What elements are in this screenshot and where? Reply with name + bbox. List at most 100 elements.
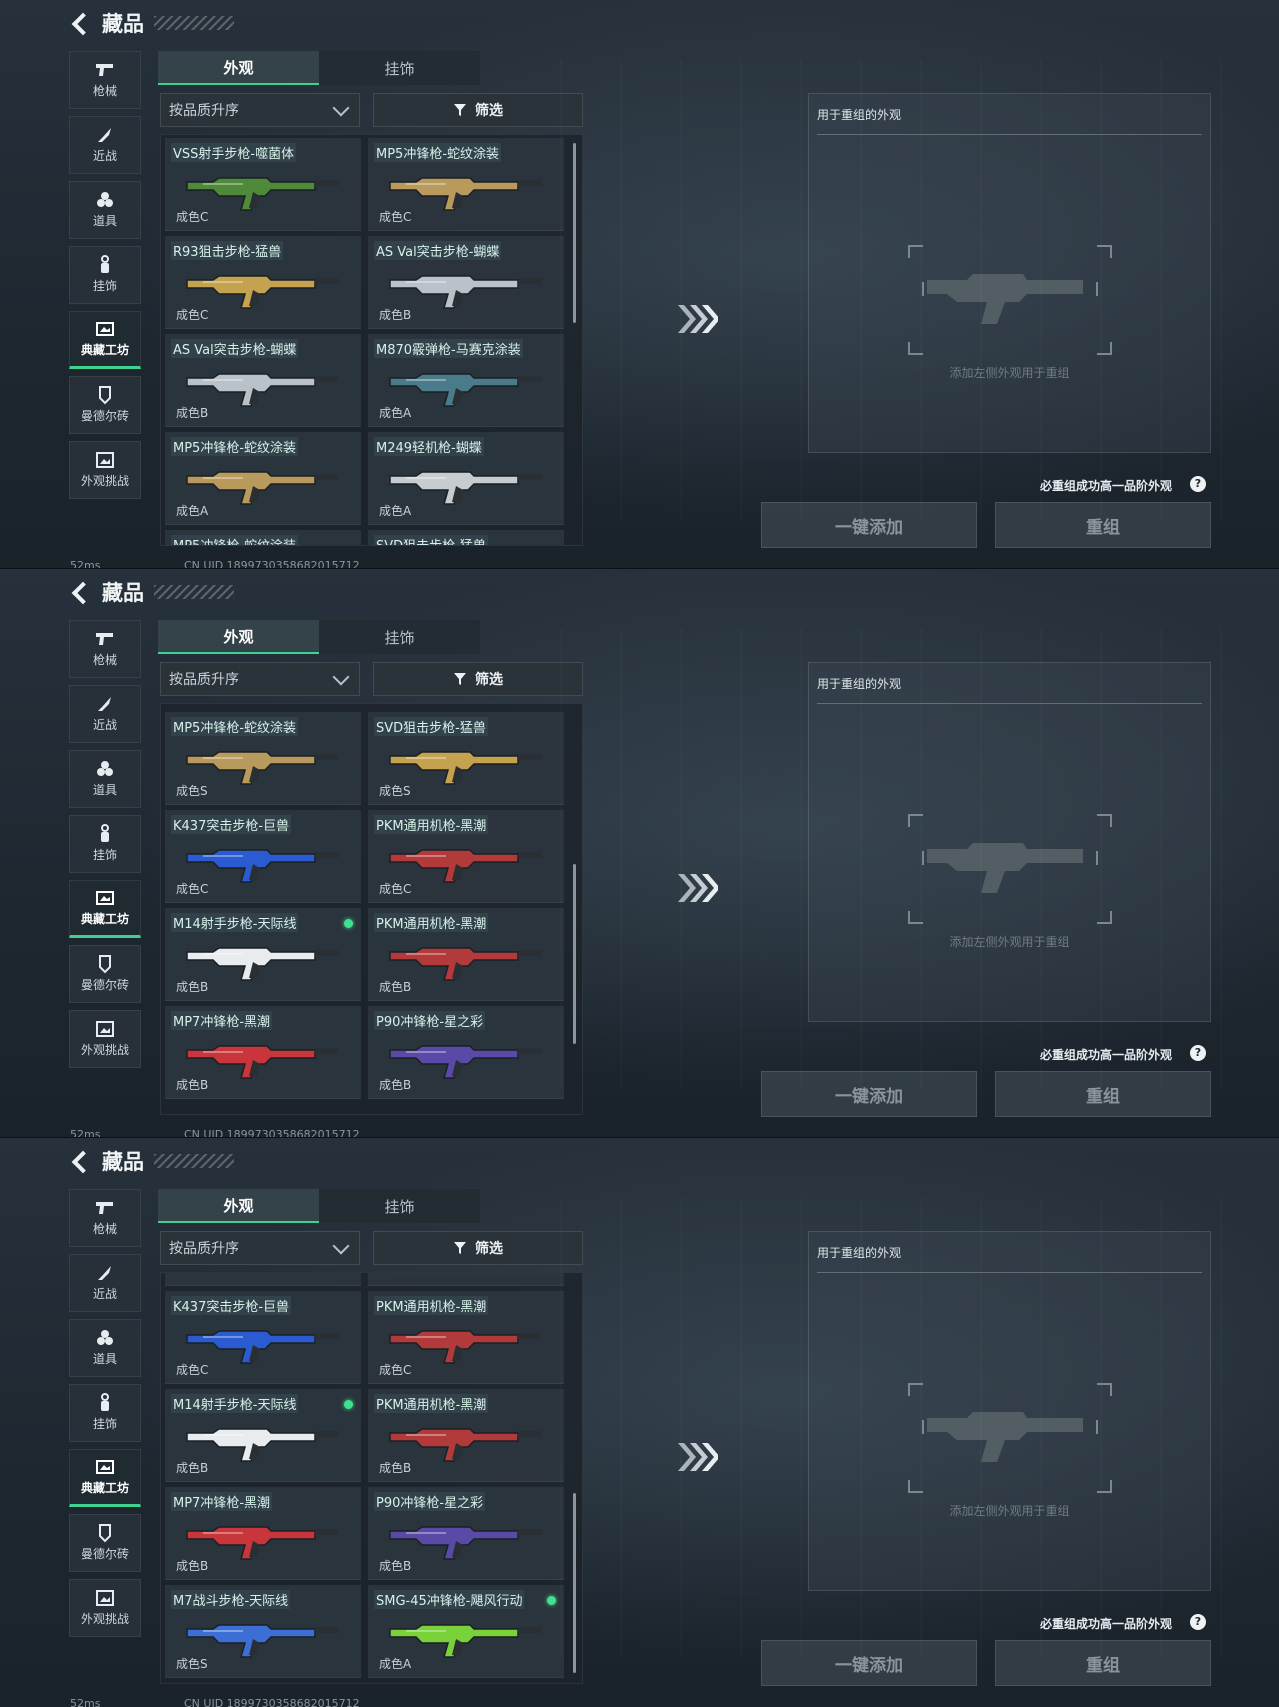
skin-name: P90冲锋枪-星之彩 (374, 1011, 486, 1030)
filter-button[interactable]: 筛选 (373, 1231, 583, 1265)
charm-icon (95, 255, 115, 274)
add-all-button[interactable]: 一键添加 (761, 1071, 977, 1117)
nav-item-label: 典藏工坊 (80, 1481, 129, 1495)
tab-0[interactable]: 外观 (158, 620, 319, 654)
skin-card[interactable]: K437突击步枪-巨兽 成色C (165, 810, 361, 903)
skin-card[interactable]: VSS射手步枪-噬菌体 成色C (165, 138, 361, 231)
skin-card[interactable]: SVD狙击步枪-猛兽 (368, 530, 564, 545)
skin-card[interactable]: SMG-45冲锋枪-飓风行动 成色A (368, 1585, 564, 1678)
skin-card[interactable]: SVD狙击步枪-猛兽 成色S (368, 712, 564, 805)
skin-name: PKM通用机枪-黑潮 (374, 1296, 489, 1315)
skin-card-partial[interactable] (368, 1273, 564, 1286)
tab-0[interactable]: 外观 (158, 51, 319, 85)
skin-quality: 成色B (176, 1559, 209, 1573)
skin-card[interactable]: MP5冲锋枪-蛇纹涂装 成色S (165, 712, 361, 805)
weapon-skin-image (389, 1624, 542, 1658)
skin-card[interactable]: MP5冲锋枪-蛇纹涂装 成色A (165, 432, 361, 525)
skin-card[interactable]: PKM通用机枪-黑潮 成色C (368, 1291, 564, 1384)
help-icon[interactable]: ? (1190, 476, 1206, 492)
weapon-skin-image (186, 177, 339, 211)
skin-card[interactable]: MP5冲锋枪-蛇纹涂装 成色C (368, 138, 564, 231)
weapon-skin-image (186, 1045, 339, 1079)
nav-item-1[interactable]: 近战 (69, 116, 141, 174)
recombine-button[interactable]: 重组 (995, 1640, 1211, 1686)
skin-card[interactable]: M14射手步枪-天际线 成色B (165, 908, 361, 1001)
nav-item-4[interactable]: 典藏工坊 (69, 1449, 141, 1507)
nav-item-label: 挂饰 (92, 848, 117, 862)
skin-card[interactable]: AS Val突击步枪-蝴蝶 成色B (368, 236, 564, 329)
skin-card[interactable]: M7战斗步枪-天际线 成色S (165, 1585, 361, 1678)
grenade-icon (95, 191, 115, 209)
tab-1[interactable]: 挂饰 (319, 620, 480, 654)
skin-quality: 成色S (379, 784, 411, 798)
nav-item-6[interactable]: 外观挑战 (69, 441, 141, 499)
nav-item-4[interactable]: 典藏工坊 (69, 311, 141, 369)
skin-card[interactable]: PKM通用机枪-黑潮 成色C (368, 810, 564, 903)
skin-card[interactable]: M14射手步枪-天际线 成色B (165, 1389, 361, 1482)
nav-item-6[interactable]: 外观挑战 (69, 1010, 141, 1068)
skin-card[interactable]: P90冲锋枪-星之彩 成色B (368, 1487, 564, 1580)
grid-scrollbar[interactable] (573, 1493, 576, 1673)
nav-item-0[interactable]: 枪械 (69, 620, 141, 678)
nav-item-0[interactable]: 枪械 (69, 51, 141, 109)
page-header: 藏品 (70, 8, 234, 38)
filter-button[interactable]: 筛选 (373, 662, 583, 696)
nav-item-3[interactable]: 挂饰 (69, 1384, 141, 1442)
skin-grid: MP5冲锋枪-蛇纹涂装 成色S SVD狙击步枪-猛兽 成色S K437突击步枪-巨兽 成色… (160, 703, 583, 1115)
nav-item-6[interactable]: 外观挑战 (69, 1579, 141, 1637)
add-all-button[interactable]: 一键添加 (761, 502, 977, 548)
sort-dropdown[interactable]: 按品质升序 (160, 662, 360, 696)
nav-item-3[interactable]: 挂饰 (69, 246, 141, 304)
help-icon[interactable]: ? (1190, 1614, 1206, 1630)
nav-item-1[interactable]: 近战 (69, 1254, 141, 1312)
nav-item-5[interactable]: 曼德尔砖 (69, 945, 141, 1003)
weapon-skin-image (389, 1045, 542, 1079)
nav-item-3[interactable]: 挂饰 (69, 815, 141, 873)
skin-card[interactable]: P90冲锋枪-星之彩 成色B (368, 1006, 564, 1099)
skin-card[interactable]: M249轻机枪-蝴蝶 成色A (368, 432, 564, 525)
nav-item-5[interactable]: 曼德尔砖 (69, 376, 141, 434)
skin-name: MP5冲锋枪-蛇纹涂装 (171, 717, 299, 736)
nav-item-1[interactable]: 近战 (69, 685, 141, 743)
skin-card[interactable]: AS Val突击步枪-蝴蝶 成色B (165, 334, 361, 427)
skin-card[interactable]: R93狙击步枪-猛兽 成色C (165, 236, 361, 329)
skin-card[interactable]: MP7冲锋枪-黑潮 成色B (165, 1487, 361, 1580)
tab-0[interactable]: 外观 (158, 1189, 319, 1223)
tab-1[interactable]: 挂饰 (319, 51, 480, 85)
recombine-note: 必重组成功高一品阶外观 (1040, 1617, 1173, 1631)
back-icon[interactable] (70, 1150, 92, 1172)
skin-card[interactable]: MP7冲锋枪-黑潮 成色B (165, 1006, 361, 1099)
tab-1[interactable]: 挂饰 (319, 1189, 480, 1223)
skin-card[interactable]: M870霰弹枪-马赛克涂装 成色A (368, 334, 564, 427)
charm-icon (95, 1393, 115, 1412)
skin-card[interactable]: MP5冲锋枪-蛇纹涂装 (165, 530, 361, 545)
grid-scrollbar[interactable] (573, 143, 576, 323)
recombine-button[interactable]: 重组 (995, 502, 1211, 548)
help-icon[interactable]: ? (1190, 1045, 1206, 1061)
recombine-button[interactable]: 重组 (995, 1071, 1211, 1117)
sort-dropdown[interactable]: 按品质升序 (160, 1231, 360, 1265)
empty-slot-placeholder[interactable] (907, 813, 1113, 925)
nav-item-2[interactable]: 道具 (69, 750, 141, 808)
transfer-arrows-icon (676, 872, 720, 908)
grid-scrollbar[interactable] (573, 864, 576, 1044)
empty-slot-placeholder[interactable] (907, 244, 1113, 356)
nav-item-label: 枪械 (92, 1222, 117, 1236)
skin-card-partial[interactable] (165, 1273, 361, 1286)
add-all-button[interactable]: 一键添加 (761, 1640, 977, 1686)
skin-card[interactable]: PKM通用机枪-黑潮 成色B (368, 1389, 564, 1482)
skin-name: P90冲锋枪-星之彩 (374, 1492, 486, 1511)
back-icon[interactable] (70, 581, 92, 603)
empty-slot-placeholder[interactable] (907, 1382, 1113, 1494)
recombine-note: 必重组成功高一品阶外观 (1040, 1048, 1173, 1062)
nav-item-2[interactable]: 道具 (69, 1319, 141, 1377)
skin-card[interactable]: PKM通用机枪-黑潮 成色B (368, 908, 564, 1001)
skin-card[interactable]: K437突击步枪-巨兽 成色C (165, 1291, 361, 1384)
filter-button[interactable]: 筛选 (373, 93, 583, 127)
nav-item-4[interactable]: 典藏工坊 (69, 880, 141, 938)
nav-item-5[interactable]: 曼德尔砖 (69, 1514, 141, 1572)
sort-dropdown[interactable]: 按品质升序 (160, 93, 360, 127)
back-icon[interactable] (70, 12, 92, 34)
nav-item-2[interactable]: 道具 (69, 181, 141, 239)
nav-item-0[interactable]: 枪械 (69, 1189, 141, 1247)
